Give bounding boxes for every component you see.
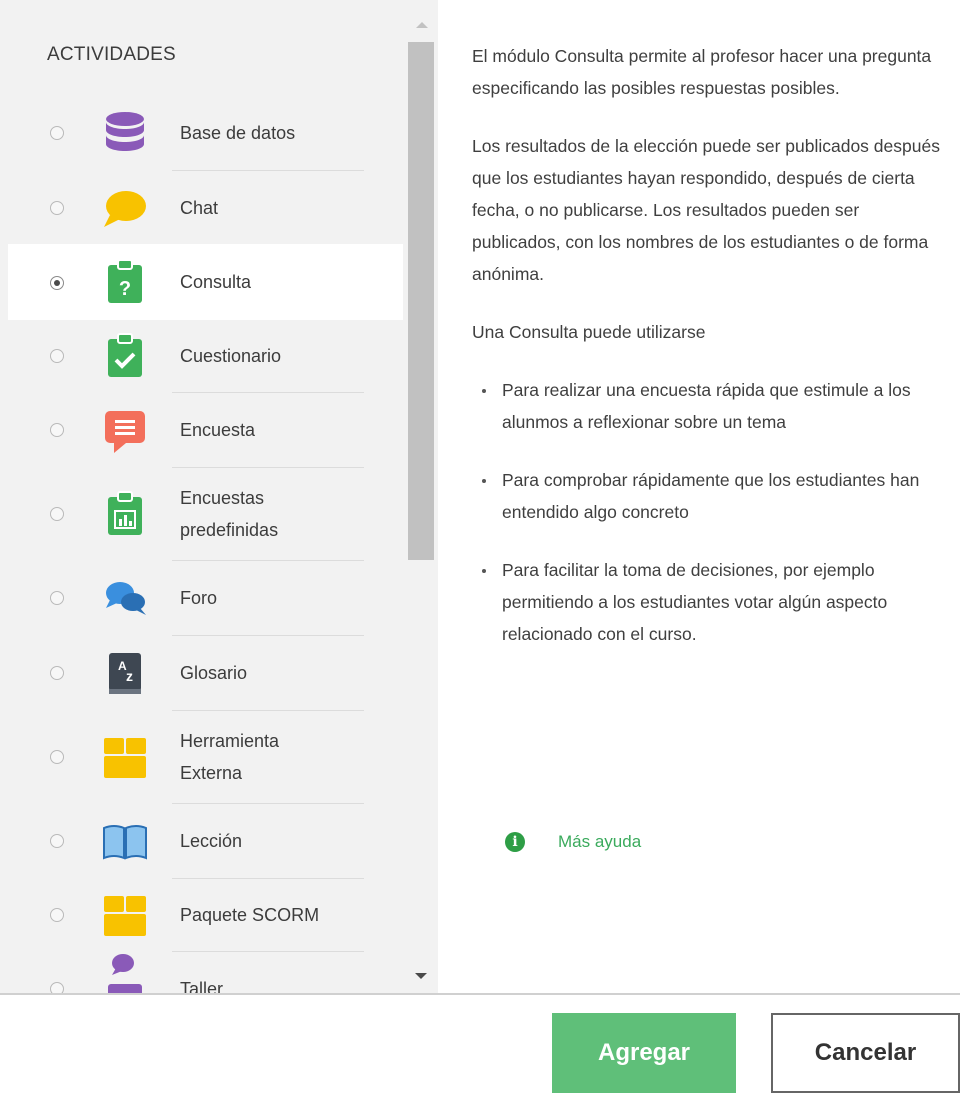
- help-paragraph: Los resultados de la elección puede ser …: [472, 136, 940, 284]
- activity-chat[interactable]: Chat: [8, 171, 403, 244]
- footer-divider: [0, 993, 960, 995]
- activity-label: Cuestionario: [180, 346, 282, 366]
- help-panel: El módulo Consulta permite al profesor h…: [472, 40, 952, 676]
- package-box-icon: [100, 890, 150, 940]
- puzzle-box-icon: [100, 732, 150, 782]
- activity-encuestas-predefinidas[interactable]: Encuestas predefinidas: [8, 468, 403, 560]
- more-help-link[interactable]: i Más ayuda: [505, 825, 641, 859]
- clipboard-chart-icon: [100, 489, 150, 539]
- activity-label-line2: Externa: [180, 763, 243, 783]
- clipboard-check-icon: [100, 331, 150, 381]
- radio-button[interactable]: [50, 507, 64, 521]
- clipboard-question-icon: ?: [100, 257, 150, 307]
- database-icon: [100, 108, 150, 158]
- activity-label: Paquete SCORM: [180, 905, 320, 925]
- radio-button[interactable]: [50, 423, 64, 437]
- activity-label: Encuestas: [180, 488, 265, 508]
- scroll-up-arrow-icon[interactable]: [416, 22, 428, 28]
- svg-text:?: ?: [119, 278, 131, 300]
- activity-encuesta[interactable]: Encuesta: [8, 393, 403, 467]
- activity-label: Encuesta: [180, 420, 256, 440]
- help-paragraph: El módulo Consulta permite al profesor h…: [472, 46, 932, 98]
- help-bullet: Para realizar una encuesta rápida que es…: [472, 374, 952, 438]
- radio-button-selected[interactable]: [50, 276, 64, 290]
- activity-label: Herramienta: [180, 731, 280, 751]
- radio-button[interactable]: [50, 349, 64, 363]
- cancel-button[interactable]: Cancelar: [771, 1013, 960, 1093]
- book-open-icon: [100, 816, 150, 866]
- radio-button[interactable]: [50, 750, 64, 764]
- radio-button[interactable]: [50, 591, 64, 605]
- activity-foro[interactable]: Foro: [8, 561, 403, 635]
- help-paragraph: Una Consulta puede utilizarse: [472, 322, 706, 342]
- radio-button[interactable]: [50, 982, 64, 993]
- radio-button[interactable]: [50, 126, 64, 140]
- scroll-down-arrow-icon[interactable]: [415, 973, 427, 979]
- activity-paquete-scorm[interactable]: Paquete SCORM: [8, 879, 403, 951]
- radio-button[interactable]: [50, 834, 64, 848]
- radio-button[interactable]: [50, 201, 64, 215]
- glossary-az-icon: Az: [100, 648, 150, 698]
- activity-glosario[interactable]: Az Glosario: [8, 636, 403, 710]
- forum-bubbles-icon: [100, 573, 150, 623]
- help-bullet: Para facilitar la toma de decisiones, po…: [472, 554, 952, 650]
- activities-panel: ACTIVIDADES Base de datos Chat ? Consult…: [0, 0, 438, 993]
- activity-label: Glosario: [180, 663, 248, 683]
- survey-speech-icon: [100, 405, 150, 455]
- workshop-icon: [100, 948, 150, 993]
- help-bullet-list: Para realizar una encuesta rápida que es…: [472, 374, 952, 650]
- activity-taller[interactable]: Taller: [8, 952, 403, 993]
- activity-label: Consulta: [180, 272, 252, 292]
- activity-label: Lección: [180, 831, 243, 851]
- help-bullet: Para comprobar rápidamente que los estud…: [472, 464, 952, 528]
- activity-label: Foro: [180, 588, 218, 608]
- more-help-label[interactable]: Más ayuda: [558, 832, 641, 852]
- activities-title: ACTIVIDADES: [47, 44, 176, 65]
- activity-label: Chat: [180, 198, 219, 218]
- activity-herramienta-externa[interactable]: Herramienta Externa: [8, 711, 403, 803]
- chat-bubble-icon: [100, 183, 150, 233]
- svg-text:z: z: [126, 668, 133, 684]
- scrollbar-thumb[interactable]: [408, 42, 434, 560]
- add-button[interactable]: Agregar: [552, 1013, 736, 1093]
- activity-consulta[interactable]: ? Consulta: [8, 244, 403, 320]
- activity-base-de-datos[interactable]: Base de datos: [8, 96, 403, 170]
- info-circle-icon: i: [505, 832, 525, 852]
- scrollbar[interactable]: [408, 16, 434, 988]
- activity-label: Base de datos: [180, 123, 296, 143]
- radio-button[interactable]: [50, 666, 64, 680]
- activity-cuestionario[interactable]: Cuestionario: [8, 320, 403, 392]
- activity-leccion[interactable]: Lección: [8, 804, 403, 878]
- activity-label-line2: predefinidas: [180, 520, 279, 540]
- activity-label: Taller: [180, 979, 224, 993]
- radio-button[interactable]: [50, 908, 64, 922]
